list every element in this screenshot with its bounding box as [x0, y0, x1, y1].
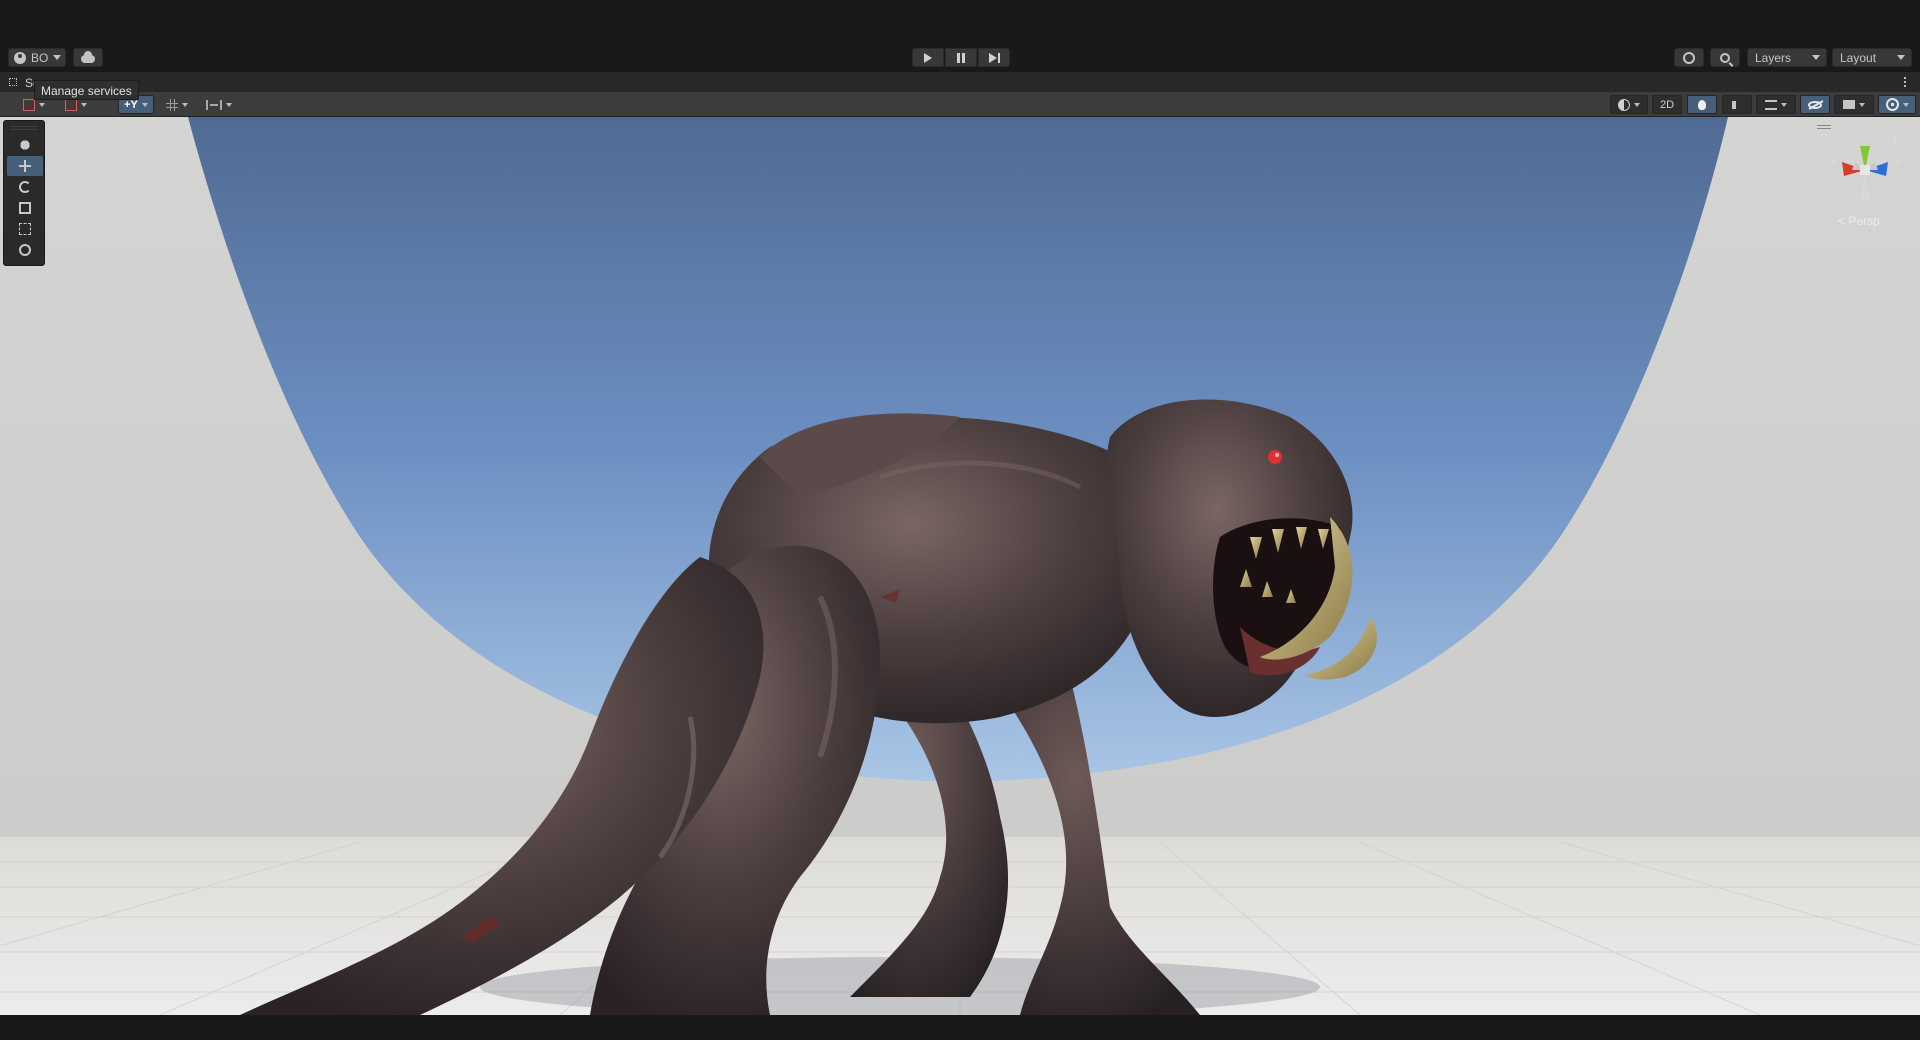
rect-tool-icon	[19, 223, 31, 235]
transform-tool-icon	[19, 244, 31, 256]
scene-viewport[interactable]: x y z < Persp	[0, 117, 1920, 1015]
cloud-services-button[interactable]	[73, 48, 103, 67]
undo-history-button[interactable]	[1674, 48, 1704, 67]
pause-button[interactable]	[945, 48, 977, 67]
hand-tool-button[interactable]	[7, 135, 43, 155]
scene-view-toolbar: +Y 2D	[0, 92, 1920, 117]
grid-icon	[166, 98, 178, 111]
gizmo-grip[interactable]	[1817, 125, 1831, 129]
snap-icon	[206, 99, 222, 110]
svg-text:y: y	[1893, 135, 1897, 144]
shading-mode-dropdown[interactable]	[1610, 95, 1648, 114]
chevron-down-icon	[1812, 55, 1820, 60]
pivot-icon	[65, 98, 77, 111]
grid-snapping-dropdown[interactable]	[160, 95, 194, 114]
audio-icon	[1732, 100, 1742, 109]
gizmos-icon	[1885, 98, 1899, 111]
tools-overlay	[3, 120, 45, 266]
projection-label: Persp	[1848, 214, 1880, 228]
camera-settings-dropdown[interactable]	[1834, 95, 1874, 114]
chevron-down-icon	[53, 55, 62, 60]
account-dropdown[interactable]: BO	[8, 48, 66, 67]
scale-tool-button[interactable]	[7, 198, 43, 218]
effects-dropdown[interactable]	[1756, 95, 1796, 114]
layers-dropdown[interactable]: Layers	[1747, 48, 1827, 67]
lighting-icon	[1698, 99, 1706, 110]
draw-mode-icon	[23, 98, 35, 111]
scene-tab-strip: Sc	[0, 72, 1920, 92]
layers-label: Layers	[1755, 50, 1792, 65]
play-icon	[924, 52, 932, 63]
shading-icon	[1618, 98, 1630, 111]
transform-tool-button[interactable]	[7, 240, 43, 260]
play-controls	[912, 48, 1010, 67]
manage-services-tooltip: Manage services	[34, 80, 139, 100]
toggle-2d-button[interactable]: 2D	[1652, 95, 1682, 114]
rotate-tool-icon	[19, 181, 31, 193]
persp-icon: <	[1838, 214, 1846, 228]
account-icon	[14, 51, 26, 64]
gizmos-dropdown[interactable]	[1878, 95, 1916, 114]
cloud-icon	[81, 50, 95, 63]
main-toolbar: BO Layers Layout	[0, 0, 1920, 72]
projection-toggle[interactable]: < Persp	[1838, 214, 1880, 228]
layout-dropdown[interactable]: Layout	[1832, 48, 1912, 67]
play-button[interactable]	[912, 48, 944, 67]
scale-tool-icon	[19, 202, 31, 214]
step-button[interactable]	[978, 48, 1010, 67]
layout-label: Layout	[1840, 50, 1877, 65]
hand-tool-icon	[19, 139, 31, 151]
audio-toggle[interactable]	[1722, 95, 1752, 114]
scene-grid-icon	[9, 78, 17, 86]
overlay-grip[interactable]	[10, 126, 38, 130]
search-icon	[1720, 52, 1730, 63]
svg-text:z: z	[1896, 157, 1900, 166]
history-icon	[1683, 51, 1695, 64]
effects-icon	[1765, 99, 1777, 110]
account-label: BO	[31, 50, 49, 65]
camera-icon	[1843, 100, 1855, 109]
hidden-objects-toggle[interactable]	[1800, 95, 1830, 114]
pause-icon	[957, 52, 965, 63]
more-options-icon[interactable]	[1904, 76, 1906, 87]
scene-render	[0, 117, 1920, 1015]
increment-snap-dropdown[interactable]	[200, 95, 238, 114]
chevron-down-icon	[1897, 55, 1905, 60]
search-button[interactable]	[1710, 48, 1740, 67]
status-bar	[0, 1015, 1920, 1040]
rotate-tool-button[interactable]	[7, 177, 43, 197]
move-tool-icon	[19, 160, 31, 172]
move-tool-button[interactable]	[7, 156, 43, 176]
rect-tool-button[interactable]	[7, 219, 43, 239]
step-icon	[988, 52, 1000, 63]
lighting-toggle[interactable]	[1687, 95, 1717, 114]
hidden-objects-icon	[1808, 100, 1822, 109]
svg-text:x: x	[1832, 157, 1836, 166]
y-axis-icon: +Y	[124, 98, 138, 111]
